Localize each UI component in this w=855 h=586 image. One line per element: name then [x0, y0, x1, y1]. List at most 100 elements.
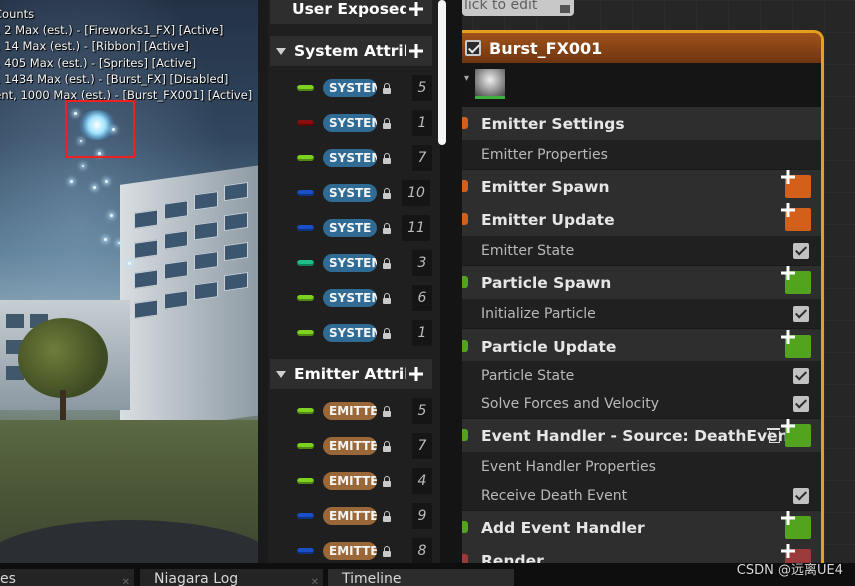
particle-spark — [110, 214, 113, 217]
reference-count: 1 — [412, 320, 432, 346]
parameter-row[interactable]: SYSTE 11 — [270, 211, 432, 246]
namespace-tag: SYSTEM — [323, 324, 377, 342]
parameter-row[interactable]: SYSTEM 3 — [270, 246, 432, 281]
parameter-row[interactable]: EMITTER 4 — [270, 464, 432, 499]
add-module-button[interactable] — [785, 424, 811, 447]
lock-icon — [382, 118, 392, 129]
particle-spark — [82, 165, 84, 167]
tab-label: Timeline — [342, 571, 402, 586]
type-color-pill — [297, 443, 314, 449]
item-label: Emitter State — [481, 242, 575, 259]
emitter-node-header[interactable]: Burst_FX001 — [462, 33, 821, 63]
add-module-button[interactable] — [785, 335, 811, 358]
parameter-row[interactable]: EMITTER 8 — [270, 534, 432, 563]
stack-item[interactable]: Particle State — [462, 361, 821, 391]
section-label: Particle Spawn — [481, 273, 612, 292]
stack-section[interactable]: Emitter Settings — [462, 107, 821, 140]
namespace-tag: EMITTER — [323, 542, 377, 560]
stats-line: ent, 2 Max (est.) - [Fireworks1_FX] [Act… — [0, 23, 224, 38]
expand-caret-icon[interactable]: ▾ — [464, 73, 469, 84]
type-color-pill — [297, 155, 314, 161]
trash-icon[interactable] — [767, 428, 780, 443]
stack-section[interactable]: Event Handler - Source: DeathEven — [462, 419, 821, 452]
stack-item[interactable]: Receive Death Event — [462, 481, 821, 511]
enable-checkbox[interactable] — [793, 368, 809, 384]
tab-niagara-log[interactable]: Niagara Log ✕ — [140, 569, 323, 586]
particle-stats-overlay: Counts ent, 2 Max (est.) - [Fireworks1_F… — [0, 6, 258, 103]
stack-item[interactable]: Initialize Particle — [462, 299, 821, 329]
emitter-title: Burst_FX001 — [489, 38, 603, 58]
type-color-pill — [297, 225, 314, 231]
emitter-node[interactable]: Burst_FX001 ▾ Emitter Settings Emitter Pr… — [462, 30, 824, 570]
enable-checkbox[interactable] — [793, 396, 809, 412]
section-color-marker — [462, 180, 468, 192]
parameter-row[interactable]: SYSTEM 1 — [270, 106, 432, 141]
parameter-row[interactable]: SYSTE 10 — [270, 176, 432, 211]
preview-viewport[interactable]: Counts ent, 2 Max (est.) - [Fireworks1_F… — [0, 0, 258, 563]
parameters-scrollbar[interactable] — [438, 0, 446, 145]
lock-icon — [382, 511, 392, 522]
particle-spark — [105, 180, 108, 183]
parameter-row[interactable]: SYSTEM 6 — [270, 281, 432, 316]
parameter-row[interactable]: SYSTEM 1 — [270, 316, 432, 351]
type-color-pill — [297, 330, 314, 336]
emitter-thumbnail[interactable] — [475, 69, 505, 99]
parameter-row[interactable]: SYSTEM 5 — [270, 71, 432, 106]
item-label: Particle State — [481, 367, 575, 384]
add-module-button[interactable] — [785, 516, 811, 539]
parameter-row[interactable]: SYSTEM 7 — [270, 141, 432, 176]
parameter-row[interactable]: EMITTER 9 — [270, 499, 432, 534]
close-icon[interactable]: ✕ — [311, 573, 319, 586]
close-icon[interactable]: ✕ — [122, 573, 130, 586]
add-module-button[interactable] — [785, 175, 811, 198]
user-exposed-header[interactable]: User Exposed — [270, 0, 432, 24]
type-color-pill — [297, 260, 314, 266]
collapse-arrow-icon[interactable] — [276, 370, 286, 378]
reference-count: 10 — [402, 180, 430, 206]
emitter-attributes-label: Emitter Attribu — [294, 365, 406, 383]
add-module-button[interactable] — [785, 271, 811, 294]
namespace-tag: EMITTER — [323, 507, 377, 525]
reference-count: 8 — [412, 538, 432, 563]
emitter-enable-checkbox[interactable] — [465, 40, 481, 56]
add-emitter-parameter-icon[interactable] — [406, 364, 426, 384]
add-system-parameter-icon[interactable] — [406, 41, 426, 61]
section-label: Emitter Update — [481, 210, 615, 229]
tab-timeline[interactable]: Timeline — [328, 569, 514, 586]
lock-icon — [382, 476, 392, 487]
reference-count: 9 — [412, 503, 432, 529]
parameter-row[interactable]: EMITTER 7 — [270, 429, 432, 464]
stack-item[interactable]: Solve Forces and Velocity — [462, 389, 821, 419]
stats-line: ent, 1434 Max (est.) - [Burst_FX] [Disab… — [0, 71, 229, 86]
type-color-pill — [297, 478, 314, 484]
selection-highlight-box — [65, 100, 135, 158]
enable-checkbox[interactable] — [793, 243, 809, 259]
panel-splitter[interactable] — [258, 0, 268, 563]
parameters-panel: User Exposed System Attribu SYSTEM5 SYSTE… — [268, 0, 440, 563]
stack-section[interactable]: Particle Spawn — [462, 266, 821, 299]
section-label: Particle Update — [481, 337, 617, 356]
system-attributes-label: System Attribu — [294, 42, 406, 60]
stack-section[interactable]: Emitter Update — [462, 203, 821, 236]
stack-item[interactable]: Emitter State — [462, 236, 821, 266]
item-label: Solve Forces and Velocity — [481, 395, 660, 412]
enable-checkbox[interactable] — [793, 488, 809, 504]
section-color-marker — [462, 276, 468, 288]
enable-checkbox[interactable] — [793, 306, 809, 322]
parameter-row[interactable]: EMITTER 5 — [270, 394, 432, 429]
stack-item[interactable]: Event Handler Properties — [462, 452, 821, 482]
lock-icon — [382, 406, 392, 417]
system-attributes-header[interactable]: System Attribu — [270, 36, 432, 66]
tab-partial[interactable]: es ✕ — [0, 569, 134, 586]
collapse-arrow-icon[interactable] — [276, 47, 286, 55]
tree-trunk — [60, 390, 66, 420]
tree — [18, 318, 108, 398]
stack-item[interactable]: Emitter Properties — [462, 140, 821, 170]
stack-section[interactable]: Particle Update — [462, 330, 821, 363]
stack-section[interactable]: Add Event Handler — [462, 511, 821, 544]
stats-line: ent, 405 Max (est.) - [Sprites] [Active] — [0, 55, 197, 70]
emitter-attributes-header[interactable]: Emitter Attribu — [270, 359, 432, 389]
add-module-button[interactable] — [785, 208, 811, 231]
add-user-parameter-icon[interactable] — [406, 0, 426, 19]
stack-section[interactable]: Emitter Spawn — [462, 170, 821, 203]
